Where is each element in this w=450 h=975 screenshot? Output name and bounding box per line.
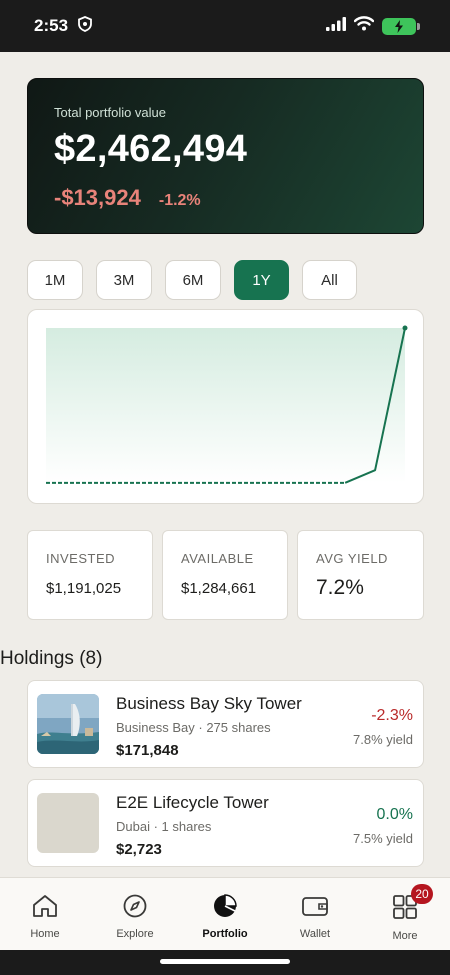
range-button-all[interactable]: All: [302, 260, 357, 300]
holding-name: Business Bay Sky Tower: [116, 694, 302, 713]
home-icon: [32, 894, 58, 923]
stat-available-value: $1,284,661: [181, 580, 257, 597]
nav-label-portfolio: Portfolio: [202, 928, 248, 940]
range-button-3m[interactable]: 3M: [96, 260, 152, 300]
nav-label-more: More: [392, 930, 418, 942]
portfolio-summary-card: Total portfolio value $2,462,494 -$13,92…: [27, 78, 424, 234]
holding-thumbnail-placeholder: [37, 793, 99, 853]
stat-avg-yield-label: AVG YIELD: [316, 551, 388, 566]
holding-change: 0.0%: [376, 806, 413, 823]
chart-end-point: [402, 325, 408, 331]
bottom-nav: Home Explore Portfolio Wallet More 20: [0, 877, 450, 950]
nav-item-more[interactable]: More 20: [360, 878, 450, 951]
chart-area-fill: [46, 328, 405, 483]
portfolio-chart: [27, 309, 424, 504]
range-button-6m[interactable]: 6M: [165, 260, 221, 300]
portfolio-change-percent: -1.2%: [158, 192, 201, 209]
holding-yield: 7.8% yield: [353, 732, 413, 747]
range-selector: 1M 3M 6M 1Y All: [27, 260, 357, 300]
status-time: 2:53: [34, 16, 69, 35]
stat-available-label: AVAILABLE: [181, 551, 254, 566]
holding-subtitle: Business Bay · 275 shares: [116, 720, 271, 735]
stat-invested: INVESTED $1,191,025: [27, 530, 153, 620]
stat-avg-yield: AVG YIELD 7.2%: [297, 530, 424, 620]
wifi-icon: [353, 16, 375, 36]
shield-icon: [78, 15, 92, 37]
battery-icon: [382, 17, 420, 35]
signal-icon: [326, 16, 346, 36]
holdings-title: Holdings (8): [0, 648, 103, 669]
holding-thumbnail-image: [37, 694, 99, 754]
nav-item-wallet[interactable]: Wallet: [270, 878, 360, 951]
status-right: [326, 16, 420, 36]
home-indicator-area: [0, 950, 450, 975]
notification-badge: 20: [411, 884, 433, 904]
nav-item-explore[interactable]: Explore: [90, 878, 180, 951]
wallet-icon: [301, 894, 329, 923]
holding-card-e2e-lifecycle-tower[interactable]: E2E Lifecycle Tower Dubai · 1 shares $2,…: [27, 779, 424, 867]
stat-avg-yield-value: 7.2%: [316, 576, 364, 599]
holding-subtitle: Dubai · 1 shares: [116, 819, 212, 834]
stat-invested-label: INVESTED: [46, 551, 116, 566]
nav-label-home: Home: [30, 928, 60, 940]
nav-label-wallet: Wallet: [299, 928, 331, 940]
nav-item-home[interactable]: Home: [0, 878, 90, 951]
holding-name: E2E Lifecycle Tower: [116, 793, 269, 812]
chart-svg: [46, 325, 408, 484]
holding-change: -2.3%: [371, 707, 413, 724]
status-left: 2:53: [34, 15, 92, 37]
holding-amount: $2,723: [116, 841, 162, 858]
home-indicator: [160, 959, 290, 964]
holding-card-business-bay-sky-tower[interactable]: Business Bay Sky Tower Business Bay · 27…: [27, 680, 424, 768]
portfolio-change-amount: -$13,924: [54, 185, 141, 210]
stat-available: AVAILABLE $1,284,661: [162, 530, 288, 620]
portfolio-value: $2,462,494: [54, 128, 248, 170]
nav-item-portfolio[interactable]: Portfolio: [180, 878, 270, 951]
portfolio-label: Total portfolio value: [54, 105, 167, 120]
nav-label-explore: Explore: [116, 928, 154, 940]
range-button-1y[interactable]: 1Y: [234, 260, 289, 300]
holding-amount: $171,848: [116, 742, 179, 759]
portfolio-change: -$13,924 -1.2%: [54, 185, 397, 211]
status-bar: 2:53: [0, 0, 450, 52]
range-button-1m[interactable]: 1M: [27, 260, 83, 300]
stat-invested-value: $1,191,025: [46, 580, 122, 597]
compass-icon: [123, 894, 147, 923]
pie-chart-icon: [213, 894, 237, 923]
holding-yield: 7.5% yield: [353, 831, 413, 846]
